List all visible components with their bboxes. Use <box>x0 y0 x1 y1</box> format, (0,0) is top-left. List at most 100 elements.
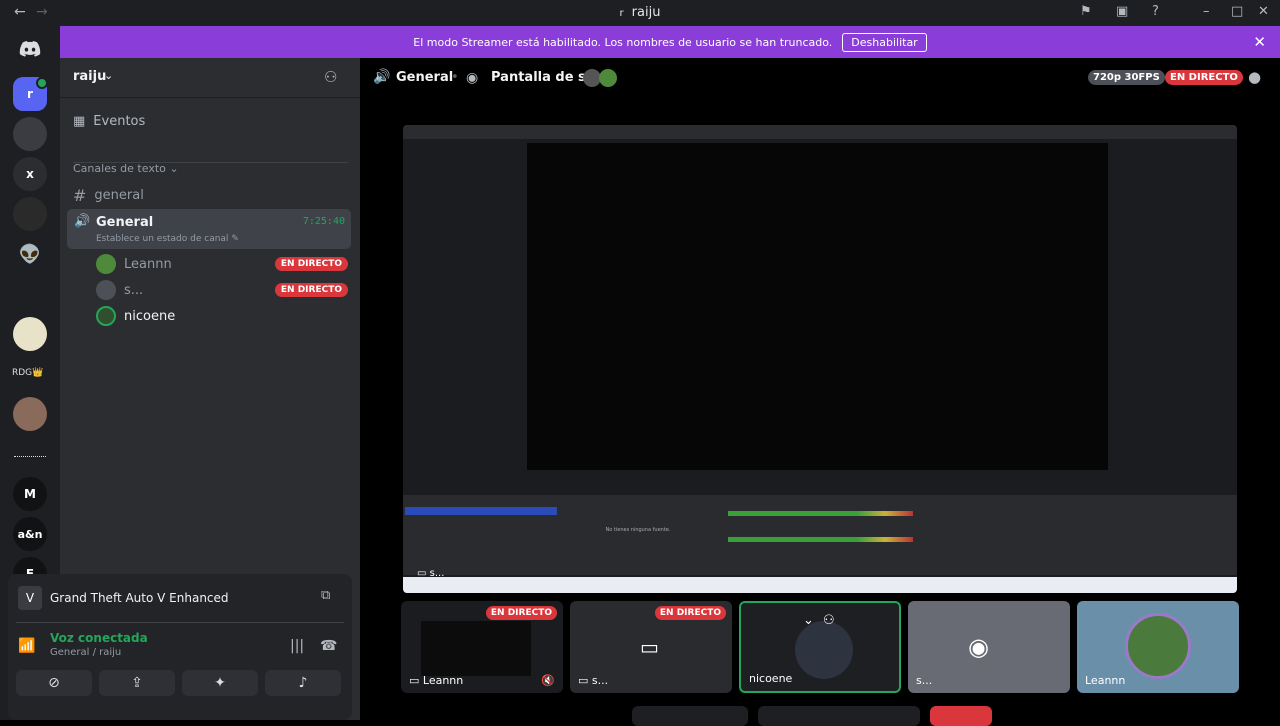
camera-off-button[interactable]: ⊘ <box>16 670 92 696</box>
channel-general-text[interactable]: # general <box>73 186 144 205</box>
discord-home-icon[interactable] <box>13 32 47 66</box>
obs-preview <box>527 143 1108 470</box>
obs-docks: No tienes ninguna fuente. <box>403 495 1237 575</box>
participant-tile[interactable]: Leannn <box>1077 601 1239 693</box>
pencil-icon: ✎ <box>231 234 239 244</box>
window-close-icon[interactable]: ✕ <box>1258 4 1269 19</box>
obs-audio-meter <box>728 537 913 542</box>
member-name: s... <box>124 282 144 298</box>
tile-label: s... <box>916 674 933 687</box>
soundboard-icon: ♪ <box>298 675 308 691</box>
friends-icon[interactable]: ⚇ <box>823 613 835 628</box>
server-rdg[interactable]: RDG👑 <box>12 368 43 378</box>
disable-streamer-button[interactable]: Deshabilitar <box>842 32 927 52</box>
participant-tile[interactable]: ⌄ ⚇ nicoene <box>739 601 901 693</box>
voice-status[interactable]: Voz conectada <box>50 631 148 645</box>
live-badge: EN DIRECTO <box>654 606 726 620</box>
share-screen-button[interactable]: ⇪ <box>99 670 175 696</box>
quality-badge: 720p 30FPS <box>1088 70 1165 85</box>
server-name: raiju <box>73 69 107 84</box>
avatar <box>795 621 853 679</box>
noise-suppression-icon[interactable]: ||| <box>290 638 304 654</box>
activities-button[interactable]: ✦ <box>182 670 258 696</box>
server-m[interactable]: M <box>13 477 47 511</box>
speaker-icon: 🔊 <box>373 69 391 85</box>
member-name: Leannn <box>124 256 172 272</box>
events-label: Eventos <box>93 114 146 129</box>
chevron-down-icon[interactable]: ⌄ <box>803 613 814 628</box>
control-button[interactable] <box>758 706 920 726</box>
signal-icon: 📶 <box>18 638 36 654</box>
user-panel: V Grand Theft Auto V Enhanced ⧉ 📶 Voz co… <box>8 574 352 720</box>
activities-icon: ✦ <box>214 675 226 691</box>
category-text-channels[interactable]: Canales de texto ⌄ <box>73 162 179 175</box>
participant-tile[interactable]: EN DIRECTO ▭ ▭ s... <box>570 601 732 693</box>
speaker-icon: 🔊 <box>74 214 91 229</box>
mute-icon[interactable]: 🔇 <box>541 674 555 687</box>
help-icon[interactable]: ? <box>1152 4 1159 19</box>
live-badge: EN DIRECTO <box>274 257 348 271</box>
participant-tile[interactable]: EN DIRECTO ▭ Leannn 🔇 <box>401 601 563 693</box>
server-header[interactable]: raiju ⌄ ⚇ <box>60 58 360 98</box>
tile-label: ▭ Leannn <box>409 674 464 687</box>
server-icon-4[interactable] <box>13 197 47 231</box>
hash-icon: # <box>73 186 87 205</box>
activity-label: Grand Theft Auto V Enhanced <box>50 591 229 605</box>
live-badge: EN DIRECTO <box>274 283 348 297</box>
screen-icon: ▭ <box>640 635 659 659</box>
stream-label: ▭ s... <box>417 568 445 579</box>
server-an[interactable]: a&n <box>13 517 47 551</box>
obs-audio-meter <box>728 511 913 516</box>
voice-channel-label: General <box>96 215 154 230</box>
events-item[interactable]: ▦ Eventos <box>73 114 348 129</box>
server-icon-8[interactable] <box>13 397 47 431</box>
chevron-down-icon: ⌄ <box>169 162 179 175</box>
main-area: 🔊 General • ◉ Pantalla de s... 720p 30FP… <box>360 58 1280 726</box>
chat-icon[interactable]: ● <box>1248 68 1261 86</box>
member-name: nicoene <box>124 308 176 324</box>
header-channel-name: General <box>396 70 454 85</box>
leave-call-button[interactable] <box>930 706 992 726</box>
avatar <box>96 254 116 274</box>
flag-icon[interactable]: ⚑ <box>1080 4 1092 19</box>
server-icon-6[interactable] <box>13 317 47 351</box>
alien-server-icon[interactable]: 👽 <box>13 237 47 271</box>
soundboard-button[interactable]: ♪ <box>265 670 341 696</box>
voice-location: General / raiju <box>50 647 122 658</box>
stream-view[interactable]: No tienes ninguna fuente. ▭ s... <box>403 125 1237 593</box>
viewer-avatar <box>599 69 617 87</box>
control-button[interactable] <box>632 706 748 726</box>
screen-share-icon[interactable]: ⧉ <box>321 588 330 603</box>
main-header: 🔊 General • ◉ Pantalla de s... 720p 30FP… <box>360 58 1280 98</box>
title-bar: ← → r raiju ⚑ ▣ ? – □ ✕ <box>0 0 1280 26</box>
banner-close-icon[interactable]: ✕ <box>1253 33 1266 51</box>
inbox-icon[interactable]: ▣ <box>1116 4 1128 19</box>
tile-label: nicoene <box>749 672 793 685</box>
disconnect-icon[interactable]: ☎ <box>320 638 337 654</box>
obs-no-sources: No tienes ninguna fuente. <box>605 527 671 533</box>
voice-member[interactable]: Leannn EN DIRECTO <box>96 254 348 274</box>
game-icon: V <box>18 586 42 610</box>
live-badge: EN DIRECTO <box>485 606 557 620</box>
server-x[interactable]: x <box>13 157 47 191</box>
voice-channel-general[interactable]: 🔊 General 7:25:40 Establece un estado de… <box>67 209 351 249</box>
server-divider <box>14 456 46 457</box>
voice-member[interactable]: nicoene <box>96 306 348 326</box>
chevron-down-icon: ⌄ <box>104 69 114 82</box>
participant-tile[interactable]: ◉ s... <box>908 601 1070 693</box>
tile-label: ▭ s... <box>578 674 609 687</box>
avatar <box>1125 613 1191 679</box>
channel-status-link[interactable]: Establece un estado de canal ✎ <box>96 234 239 244</box>
obs-scene-selected <box>405 507 557 515</box>
voice-member[interactable]: s... EN DIRECTO <box>96 280 348 300</box>
discord-small-icon: ◉ <box>466 70 479 86</box>
server-icon-2[interactable] <box>13 117 47 151</box>
invite-people-icon[interactable]: ⚇ <box>324 68 337 86</box>
streamer-mode-banner: El modo Streamer está habilitado. Los no… <box>60 26 1280 58</box>
minimize-icon[interactable]: – <box>1203 4 1210 19</box>
live-badge: EN DIRECTO <box>1165 70 1243 85</box>
panel-divider <box>16 622 344 623</box>
header-separator: • <box>451 70 459 85</box>
calendar-icon: ▦ <box>73 114 86 129</box>
maximize-icon[interactable]: □ <box>1231 4 1243 19</box>
